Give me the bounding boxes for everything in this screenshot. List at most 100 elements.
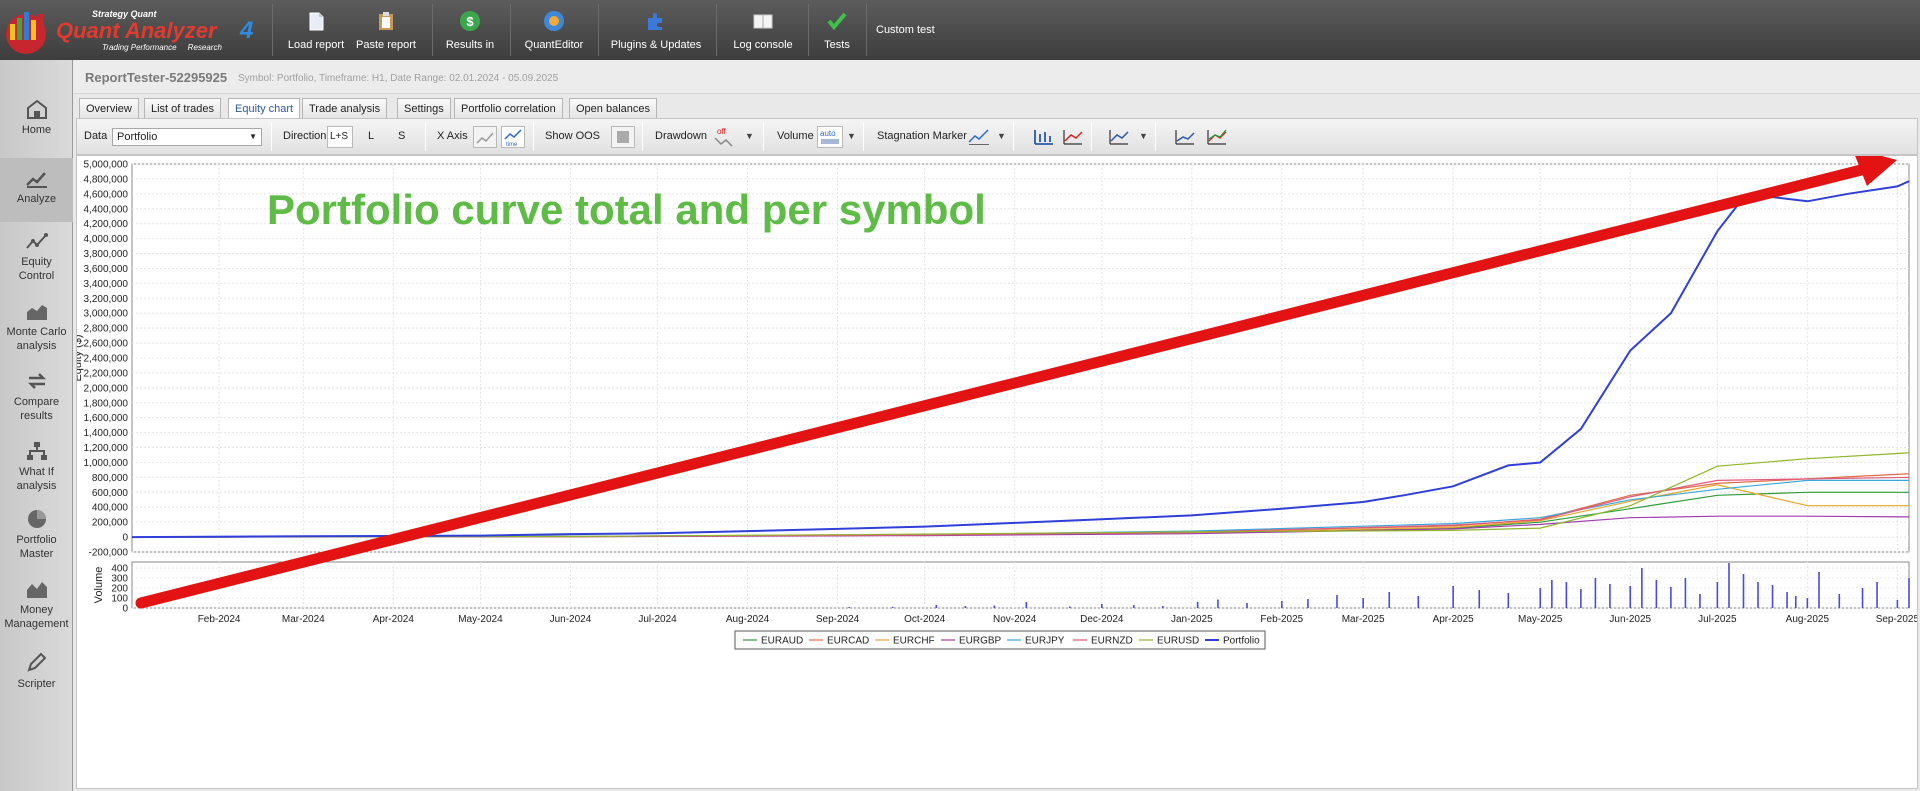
x-tick-label: Jul-2024 — [638, 614, 677, 625]
sidebar-item-compare-results[interactable]: Compare results — [0, 370, 73, 423]
volume-bar — [1742, 574, 1745, 608]
y-tick-label: 800,000 — [92, 473, 129, 484]
x-tick-label: Sep-2024 — [816, 614, 860, 625]
sidebar-item-equity-control[interactable]: Equity Control — [0, 230, 73, 283]
volume-bar — [935, 605, 938, 608]
toolbar-separator — [866, 4, 867, 56]
x-tick-label: Oct-2024 — [904, 614, 946, 625]
bar-chart-icon — [1034, 130, 1053, 145]
oos-icon — [617, 131, 629, 143]
tab-equity-chart[interactable]: Equity chart — [228, 98, 301, 118]
volume-bar — [1101, 604, 1103, 608]
sidebar-item-scripter[interactable]: Scripter — [0, 652, 73, 691]
chart-style-button[interactable] — [1107, 126, 1131, 148]
bar-chart-button[interactable] — [1031, 126, 1055, 148]
direction-ls-button[interactable]: L+S — [327, 126, 353, 148]
volume-bar — [1362, 598, 1364, 608]
y-tick-label: 5,000,000 — [84, 160, 129, 171]
sidebar-item-money-management[interactable]: Money Management — [0, 578, 73, 631]
legend-entry: EURCHF — [893, 636, 935, 647]
sidebar-item-monte-carlo[interactable]: Monte Carlo analysis — [0, 300, 73, 353]
tab-open-balances[interactable]: Open balances — [569, 98, 657, 118]
paste-report-button[interactable]: Paste report — [352, 0, 420, 60]
xaxis-time-button[interactable]: time — [501, 126, 525, 148]
x-tick-label: Apr-2024 — [373, 614, 415, 625]
y-tick-label: 3,600,000 — [84, 264, 129, 275]
y-tick-label: 1,200,000 — [84, 443, 129, 454]
volume-bar — [1307, 599, 1309, 608]
volume-bar — [1728, 563, 1730, 608]
legend-entry: EURCAD — [827, 636, 869, 647]
volume-select[interactable]: auto — [817, 126, 843, 148]
volume-bar — [1786, 592, 1788, 608]
volume-tick-label: 0 — [122, 604, 128, 615]
volume-bar — [1861, 588, 1864, 608]
report-tabs: Overview List of trades Equity chart Tra… — [74, 96, 1920, 118]
stagnation-dropdown-icon[interactable]: ▼ — [997, 131, 1006, 141]
volume-bar — [1716, 582, 1719, 608]
plugins-updates-button[interactable]: Plugins & Updates — [604, 0, 708, 60]
x-tick-label: Dec-2024 — [1080, 614, 1124, 625]
y-tick-label: 4,400,000 — [84, 204, 129, 215]
chart-style-dropdown-icon[interactable]: ▼ — [1139, 131, 1148, 141]
volume-bar — [1452, 586, 1454, 608]
volume-bar — [1417, 596, 1420, 608]
tab-overview[interactable]: Overview — [79, 98, 139, 118]
direction-label: Direction — [283, 130, 327, 142]
drawdown-dropdown-icon[interactable]: ▼ — [745, 131, 754, 141]
data-select[interactable]: Portfolio ▼ — [112, 128, 262, 146]
svg-text:time: time — [506, 142, 518, 147]
sidebar-item-home[interactable]: Home — [0, 98, 73, 137]
legend-entry: EURJPY — [1025, 636, 1065, 647]
volume-bar — [1771, 585, 1774, 608]
tab-trade-analysis[interactable]: Trade analysis — [302, 98, 388, 118]
volume-bar — [1594, 578, 1597, 608]
direction-l-button[interactable]: L — [368, 130, 374, 142]
line-chart-button[interactable] — [1061, 126, 1085, 148]
legend-entry: EURNZD — [1091, 636, 1133, 647]
tests-button[interactable]: Tests — [812, 0, 862, 60]
volume-axis-label: Volume — [93, 567, 105, 604]
svg-text:auto: auto — [820, 129, 836, 138]
load-report-button[interactable]: Load report — [282, 0, 350, 60]
results-in-button[interactable]: $ Results in — [440, 0, 500, 60]
y-tick-label: 4,800,000 — [84, 174, 129, 185]
single-equity-button[interactable] — [1173, 126, 1197, 148]
drawdown-toggle[interactable]: off — [713, 126, 737, 148]
svg-text:off: off — [717, 127, 727, 136]
stagnation-button[interactable] — [967, 126, 991, 148]
volume-dropdown-icon[interactable]: ▼ — [847, 131, 856, 141]
sidebar-item-portfolio-master[interactable]: Portfolio Master — [0, 508, 73, 561]
tab-list-of-trades[interactable]: List of trades — [144, 98, 221, 118]
tab-settings[interactable]: Settings — [397, 98, 451, 118]
legend-entry: EURGBP — [959, 636, 1002, 647]
volume-tick-label: 100 — [111, 594, 128, 605]
xaxis-trades-button[interactable] — [473, 126, 497, 148]
y-tick-label: 4,000,000 — [84, 234, 129, 245]
log-console-button[interactable]: Log console — [724, 0, 802, 60]
quanteditor-button[interactable]: QuantEditor — [516, 0, 592, 60]
volume-label: Volume — [777, 130, 814, 142]
svg-text:$: $ — [466, 14, 474, 29]
direction-s-button[interactable]: S — [398, 130, 405, 142]
quanteditor-icon — [544, 11, 564, 31]
volume-bar — [1551, 580, 1553, 608]
sidebar-item-what-if[interactable]: What If analysis — [0, 440, 73, 493]
chart-toolbar: Data Portfolio ▼ Direction L+S L S X Axi… — [76, 118, 1918, 155]
volume-bar — [848, 607, 850, 608]
stagnation-chart-icon — [968, 129, 989, 145]
sidebar-item-analyze[interactable]: Analyze — [0, 158, 73, 222]
x-tick-label: Jun-2024 — [550, 614, 592, 625]
custom-test-button[interactable]: Custom test — [876, 0, 956, 60]
show-oos-toggle[interactable] — [611, 126, 635, 148]
volume-bar — [1896, 600, 1899, 608]
y-tick-label: 600,000 — [92, 488, 129, 499]
y-tick-label: 4,600,000 — [84, 189, 129, 200]
tab-portfolio-correlation[interactable]: Portfolio correlation — [454, 98, 563, 118]
volume-bar — [1580, 589, 1582, 608]
volume-bar — [1507, 593, 1510, 608]
multi-equity-button[interactable] — [1205, 126, 1229, 148]
volume-bar — [1539, 588, 1542, 608]
volume-bar — [1838, 594, 1841, 608]
y-tick-label: 200,000 — [92, 518, 129, 529]
